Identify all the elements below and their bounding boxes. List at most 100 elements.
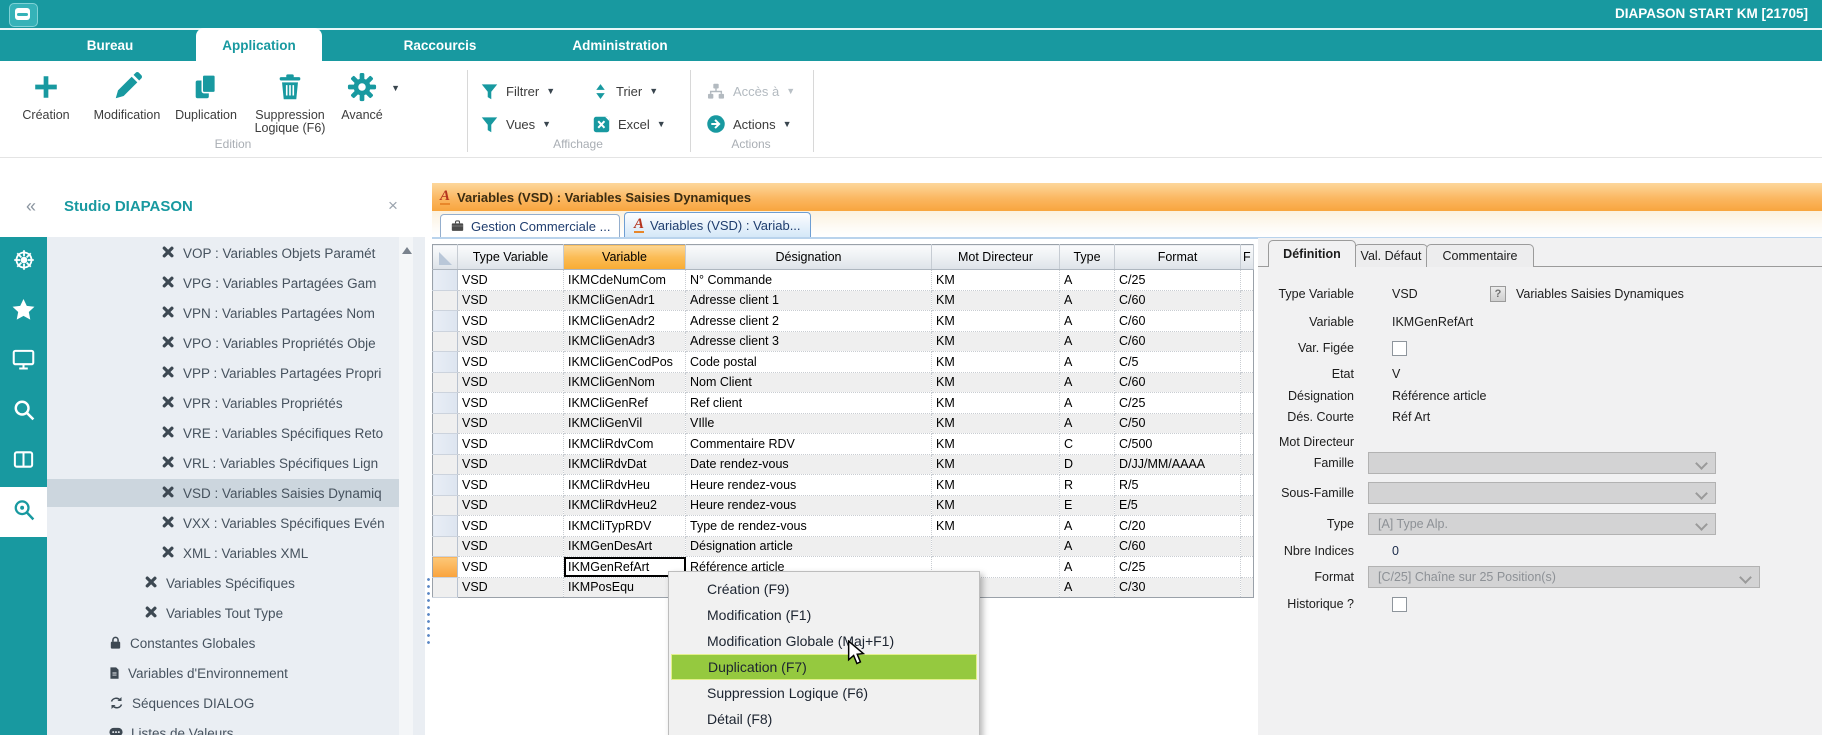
type-variable-cell[interactable]: VSD xyxy=(458,495,564,516)
type-cell[interactable]: A xyxy=(1060,290,1115,311)
extra-cell[interactable] xyxy=(1241,331,1254,352)
type-cell[interactable]: A xyxy=(1060,413,1115,434)
row-selector-cell[interactable] xyxy=(433,557,458,578)
format-cell[interactable]: C/25 xyxy=(1115,557,1241,578)
type-variable-cell[interactable]: VSD xyxy=(458,434,564,455)
checkbox-historique[interactable] xyxy=(1392,597,1407,612)
format-cell[interactable]: E/5 xyxy=(1115,495,1241,516)
type-variable-cell[interactable]: VSD xyxy=(458,270,564,291)
help-button[interactable]: ? xyxy=(1490,286,1506,302)
menu-tab-raccourcis[interactable]: Raccourcis xyxy=(385,30,495,61)
sidebar-item-vop[interactable]: VOP : Variables Objets Paramét xyxy=(47,239,399,267)
format-cell[interactable]: C/50 xyxy=(1115,413,1241,434)
format-cell[interactable]: C/25 xyxy=(1115,393,1241,414)
menu-tab-administration[interactable]: Administration xyxy=(545,30,695,61)
type-cell[interactable]: C xyxy=(1060,434,1115,455)
column-header-type-variable[interactable]: Type Variable xyxy=(458,245,564,270)
variable-cell[interactable]: IKMCliGenAdr3 xyxy=(564,331,686,352)
row-selector-cell[interactable] xyxy=(433,270,458,291)
type-variable-cell[interactable]: VSD xyxy=(458,454,564,475)
sidebar-item-variables-specifiques[interactable]: Variables Spécifiques xyxy=(47,569,399,597)
type-cell[interactable]: A xyxy=(1060,331,1115,352)
row-selector-cell[interactable] xyxy=(433,352,458,373)
variable-cell[interactable]: IKMCliRdvDat xyxy=(564,454,686,475)
format-cell[interactable]: C/60 xyxy=(1115,536,1241,557)
rail-item-wheel-icon[interactable] xyxy=(0,237,47,287)
designation-cell[interactable]: Code postal xyxy=(686,352,932,373)
ribbon-button-modification[interactable]: Modification xyxy=(88,69,166,135)
variable-cell[interactable]: IKMCliRdvHeu2 xyxy=(564,495,686,516)
sidebar-item-vre[interactable]: VRE : Variables Spécifiques Reto xyxy=(47,419,399,447)
mot-directeur-cell[interactable]: KM xyxy=(932,331,1060,352)
type-cell[interactable]: A xyxy=(1060,577,1115,598)
table-row[interactable]: VSDIKMCdeNumComN° CommandeKMAC/25 xyxy=(433,270,1254,291)
extra-cell[interactable] xyxy=(1241,516,1254,537)
sidebar-item-vpg[interactable]: VPG : Variables Partagées Gam xyxy=(47,269,399,297)
rail-item-search-icon[interactable] xyxy=(0,387,47,437)
panel-tab-commentaire[interactable]: Commentaire xyxy=(1426,244,1534,267)
designation-cell[interactable]: Ref client xyxy=(686,393,932,414)
format-cell[interactable]: R/5 xyxy=(1115,475,1241,496)
ribbon-button-creation[interactable]: Création xyxy=(8,69,84,135)
table-row[interactable]: VSDIKMCliTypRDVType de rendez-vousKMAC/2… xyxy=(433,516,1254,537)
variable-cell[interactable]: IKMCliGenNom xyxy=(564,372,686,393)
sidebar-item-vpo[interactable]: VPO : Variables Propriétés Obje xyxy=(47,329,399,357)
rail-item-monitor-icon[interactable] xyxy=(0,337,47,387)
type-variable-cell[interactable]: VSD xyxy=(458,372,564,393)
type-cell[interactable]: A xyxy=(1060,372,1115,393)
variable-cell[interactable]: IKMCliGenRef xyxy=(564,393,686,414)
table-row[interactable]: VSDIKMCliGenAdr3Adresse client 3KMAC/60 xyxy=(433,331,1254,352)
type-cell[interactable]: A xyxy=(1060,352,1115,373)
extra-cell[interactable] xyxy=(1241,290,1254,311)
type-variable-cell[interactable]: VSD xyxy=(458,516,564,537)
rail-item-pin-search-icon[interactable] xyxy=(0,487,47,537)
extra-cell[interactable] xyxy=(1241,311,1254,332)
table-row[interactable]: VSDIKMCliRdvDatDate rendez-vousKMDD/JJ/M… xyxy=(433,454,1254,475)
panel-tab-definition[interactable]: Définition xyxy=(1268,240,1356,267)
ribbon-button-actions[interactable]: Actions▼ xyxy=(706,111,792,137)
row-selector-cell[interactable] xyxy=(433,516,458,537)
app-logo-icon[interactable] xyxy=(9,3,38,27)
row-selector-cell[interactable] xyxy=(433,454,458,475)
sidebar-collapse-button[interactable]: « xyxy=(26,196,36,217)
mot-directeur-cell[interactable]: KM xyxy=(932,290,1060,311)
mot-directeur-cell[interactable]: KM xyxy=(932,475,1060,496)
sidebar-item-vpn[interactable]: VPN : Variables Partagées Nom xyxy=(47,299,399,327)
ribbon-button-vues[interactable]: Vues▼ xyxy=(480,111,551,137)
column-header-format[interactable]: Format xyxy=(1115,245,1241,270)
type-variable-cell[interactable]: VSD xyxy=(458,311,564,332)
sidebar-item-vrl[interactable]: VRL : Variables Spécifiques Lign xyxy=(47,449,399,477)
table-row[interactable]: VSDIKMCliGenVilVIlleKMAC/50 xyxy=(433,413,1254,434)
variable-cell[interactable]: IKMCliTypRDV xyxy=(564,516,686,537)
sidebar-item-listes-de-valeurs[interactable]: Listes de Valeurs xyxy=(47,719,399,735)
extra-cell[interactable] xyxy=(1241,495,1254,516)
row-selector-cell[interactable] xyxy=(433,475,458,496)
ribbon-button-excel[interactable]: Excel▼ xyxy=(592,111,666,137)
mot-directeur-cell[interactable]: KM xyxy=(932,413,1060,434)
rail-item-columns-icon[interactable] xyxy=(0,437,47,487)
row-selector-cell[interactable] xyxy=(433,413,458,434)
type-variable-cell[interactable]: VSD xyxy=(458,352,564,373)
type-cell[interactable]: D xyxy=(1060,454,1115,475)
extra-cell[interactable] xyxy=(1241,454,1254,475)
column-header-f[interactable]: F xyxy=(1241,245,1254,270)
variable-cell[interactable]: IKMCliGenVil xyxy=(564,413,686,434)
type-variable-cell[interactable]: VSD xyxy=(458,475,564,496)
column-header-type[interactable]: Type xyxy=(1060,245,1115,270)
sidebar-close-icon[interactable]: × xyxy=(388,196,398,216)
context-menu-item-modification-globale-maj-f1[interactable]: Modification Globale (Maj+F1) xyxy=(669,628,979,654)
mot-directeur-cell[interactable]: KM xyxy=(932,372,1060,393)
variable-cell[interactable]: IKMCdeNumCom xyxy=(564,270,686,291)
format-cell[interactable]: D/JJ/MM/AAAA xyxy=(1115,454,1241,475)
row-selector-cell[interactable] xyxy=(433,393,458,414)
panel-splitter[interactable] xyxy=(425,158,432,735)
extra-cell[interactable] xyxy=(1241,372,1254,393)
type-cell[interactable]: R xyxy=(1060,475,1115,496)
column-header-designation[interactable]: Désignation xyxy=(686,245,932,270)
row-selector-cell[interactable] xyxy=(433,372,458,393)
menu-tab-bureau[interactable]: Bureau xyxy=(55,30,165,61)
variable-cell[interactable]: IKMGenDesArt xyxy=(564,536,686,557)
extra-cell[interactable] xyxy=(1241,557,1254,578)
type-cell[interactable]: E xyxy=(1060,495,1115,516)
context-menu-item-creation-f9[interactable]: Création (F9) xyxy=(669,576,979,602)
